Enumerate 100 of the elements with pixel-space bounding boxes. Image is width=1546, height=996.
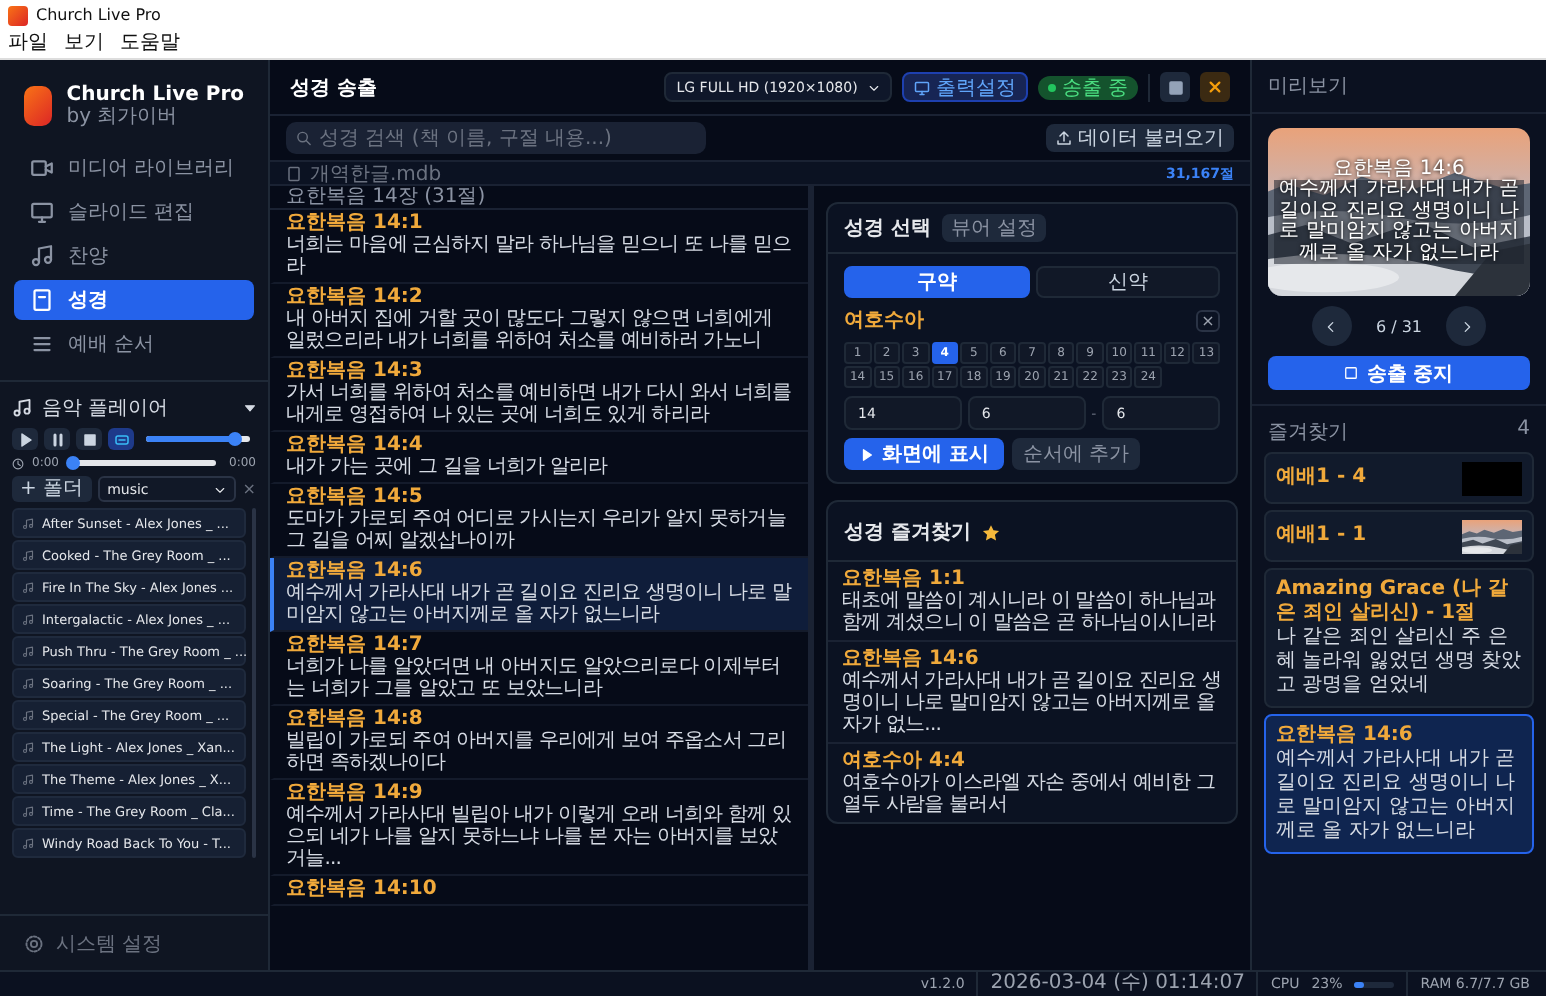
list-icon [30, 332, 54, 356]
menu-item[interactable]: 파일 [8, 32, 48, 56]
pause-icon [49, 431, 65, 447]
book-name: 여호수아 [844, 308, 924, 334]
chevron-icon [867, 81, 880, 93]
clear-button[interactable]: × [242, 480, 256, 498]
nav-item[interactable]: 찬양 [14, 236, 254, 276]
favorite-item[interactable]: 요한복음 14:6 예수께서 가라사대 내가 곧 길이요 진리요 생명이니 나로 말미암지 않고는 아버지께로 올 자가 없느니라 [1264, 714, 1534, 854]
pause-button[interactable] [44, 428, 70, 450]
repeat-button[interactable] [108, 428, 134, 450]
add-folder-button[interactable]: + 폴더 [12, 476, 92, 502]
monitor-icon [30, 200, 54, 224]
stop-button[interactable] [76, 428, 102, 450]
close-icon [1208, 80, 1222, 94]
card-title: 성경 즐겨찾기 [844, 519, 971, 545]
stop-button[interactable] [1160, 72, 1190, 102]
music-note-icon [22, 741, 34, 753]
music-note-icon [22, 773, 34, 785]
byline: by 최가이버 [66, 106, 180, 128]
card-title: 성경 선택 [844, 216, 931, 242]
verse-item[interactable]: 요한복음 14:6 예수께서 가라사대 내가 곧 길이요 진리요 생명이니 나로 말미암지 않고는 아버지께로 올 자가 없느니라 [270, 558, 808, 632]
file-icon [286, 165, 302, 181]
verse-item[interactable]: 요한복음 14:8 빌립이 가로되 주여 아버지를 우리에게 보여 주옵소서 그리하면 족하겠나이다 [270, 706, 808, 780]
search-field[interactable]: 성경 검색 (책 이름, 구절 내용...) [286, 122, 706, 154]
video-icon [30, 156, 54, 180]
verse-item[interactable]: 요한복음 14:7 너희가 나를 알았더면 내 아버지도 알았으리로다 이제부터는 너희가 그를 알았고 또 보았느니라 [270, 632, 808, 706]
music-note-icon [22, 581, 34, 593]
show-on-screen-button[interactable]: 화면에 표시 [844, 438, 1005, 470]
monitor-icon [913, 79, 930, 95]
verse-item[interactable]: 요한복음 14:9 예수께서 가라사대 빌립아 내가 이렇게 오래 너희와 함께 있으되 네가 나를 알지 못하느냐 나를 본 자는 아버지를 보았거늘... [270, 780, 808, 876]
favorites-count: 4 [1517, 418, 1530, 444]
settings-icon [24, 933, 44, 953]
verse-item[interactable]: 요한복음 14:1 너희는 마음에 근심하지 말라 하나님을 믿으니 또 나를 믿으라 [270, 210, 808, 284]
bookmark-item[interactable]: 여호수아 4:4 여호수아가 이스라엘 자손 중에서 예비한 그 열두 사람을 불러서 [828, 742, 1236, 822]
music-note-icon [22, 677, 34, 689]
player-title: 음악 플레이어 [42, 396, 171, 422]
upload-icon [1055, 130, 1072, 146]
nav-item[interactable]: 슬라이드 편집 [14, 192, 254, 232]
square-icon [1344, 366, 1359, 380]
window-title: Church Live Pro [36, 6, 161, 24]
play-icon [860, 447, 874, 461]
viewer-settings-button[interactable]: 뷰어 설정 [942, 214, 1046, 242]
music-note-icon [22, 549, 34, 561]
nav-item[interactable]: 예배 순서 [14, 324, 254, 364]
menu-item[interactable]: 보기 [64, 32, 104, 56]
testament-tab[interactable]: 신약 [1035, 266, 1220, 298]
verse-item[interactable]: 요한복음 14:4 내가 가는 곳에 그 길을 너희가 알리라 [270, 432, 808, 484]
verse-item[interactable]: 요한복음 14:10 [270, 876, 808, 906]
favorite-item[interactable]: 예배1 - 4 [1264, 452, 1534, 504]
add-to-order-button[interactable]: 순서에 추가 [1012, 438, 1140, 470]
panel-title: 미리보기 [1252, 60, 1546, 114]
nav-item[interactable]: 성경 [14, 280, 254, 320]
square-icon [1167, 79, 1183, 95]
book-icon [30, 288, 54, 312]
preview-verse: 예수께서 가라사대 내가 곧 길이요 진리요 생명이니 나로 말미암지 않고는 아버지께로 올 자가 없느니라 [1274, 180, 1524, 265]
stop-broadcast-button[interactable]: 송출 중지 [1268, 356, 1530, 390]
preview-reference: 요한복음 14:6 [1333, 159, 1465, 180]
music-note-icon [22, 805, 34, 817]
music-note-icon [22, 837, 34, 849]
date-time: 2026-03-04 (수) 01:14:07 [990, 972, 1245, 996]
music-note-icon [22, 709, 34, 721]
app-logo [24, 86, 53, 126]
clock-icon [12, 457, 24, 469]
file-name: 개역한글.mdb [310, 161, 442, 186]
testament-tab[interactable]: 구약 [844, 266, 1029, 298]
music-note-icon [30, 244, 54, 268]
play-button[interactable] [12, 428, 38, 450]
stop-icon [81, 431, 97, 447]
bookmark-item[interactable]: 요한복음 14:6 예수께서 가라사대 내가 곧 길이요 진리요 생명이니 나로 말미암지 않고는 아버지께로 올 자가 없느... [828, 640, 1236, 742]
favorite-item[interactable]: Amazing Grace (나 같은 죄인 살리신) - 1절 나 같은 죄인 살리신 주 은혜 놀라워 잃었던 생명 찾았고 광명을 얻었네 [1264, 568, 1534, 708]
slide-position: 6 / 31 [1375, 317, 1423, 335]
scrollbar[interactable] [252, 508, 256, 858]
close-button[interactable] [1200, 72, 1230, 102]
play-icon [17, 431, 33, 447]
favorites-title: 즐겨찾기 [1268, 420, 1348, 446]
music-note-icon [22, 645, 34, 657]
chevron-left-icon [1324, 319, 1339, 333]
chevron-right-icon [1459, 319, 1474, 333]
chevron-icon [214, 483, 227, 495]
verse-item[interactable]: 요한복음 14:2 내 아버지 집에 거할 곳이 많도다 그렇지 않으면 너희에게 일렀으리라 내가 너희를 위하여 처소를 예비하러 가노니 [270, 284, 808, 358]
music-note-icon [12, 398, 32, 418]
clear-button[interactable]: × [1196, 309, 1220, 331]
favorite-item[interactable]: 예배1 - 1 [1264, 510, 1534, 562]
music-note-icon [22, 517, 34, 529]
nav-item[interactable]: 미디어 라이브러리 [14, 148, 254, 188]
bookmark-item[interactable]: 요한복음 1:1 태초에 말씀이 계시니라 이 말씀이 하나님과 함께 계셨으니 이 말씀은 곧 하나님이시니라 [828, 562, 1236, 640]
import-button[interactable]: 데이터 불러오기 [1045, 124, 1234, 152]
thumbnail [1462, 461, 1522, 495]
app-icon [8, 5, 28, 25]
status-badge: 송출 중 [1037, 75, 1138, 99]
music-note-icon [22, 613, 34, 625]
chapter-heading: 요한복음 14장 (31절) [270, 186, 808, 210]
page-title: 성경 송출 [290, 75, 379, 101]
menu-item[interactable]: 도움말 [120, 32, 180, 56]
output-settings-button[interactable]: 출력설정 [901, 72, 1028, 102]
app-name: Church Live Pro [66, 84, 244, 106]
star-icon [982, 524, 1001, 542]
verse-item[interactable]: 요한복음 14:3 가서 너희를 위하여 처소를 예비하면 내가 다시 와서 너희를 내게로 영접하여 나 있는 곳에 너희도 있게 하리라 [270, 358, 808, 432]
search-icon [296, 130, 312, 146]
caret-icon [244, 402, 256, 414]
